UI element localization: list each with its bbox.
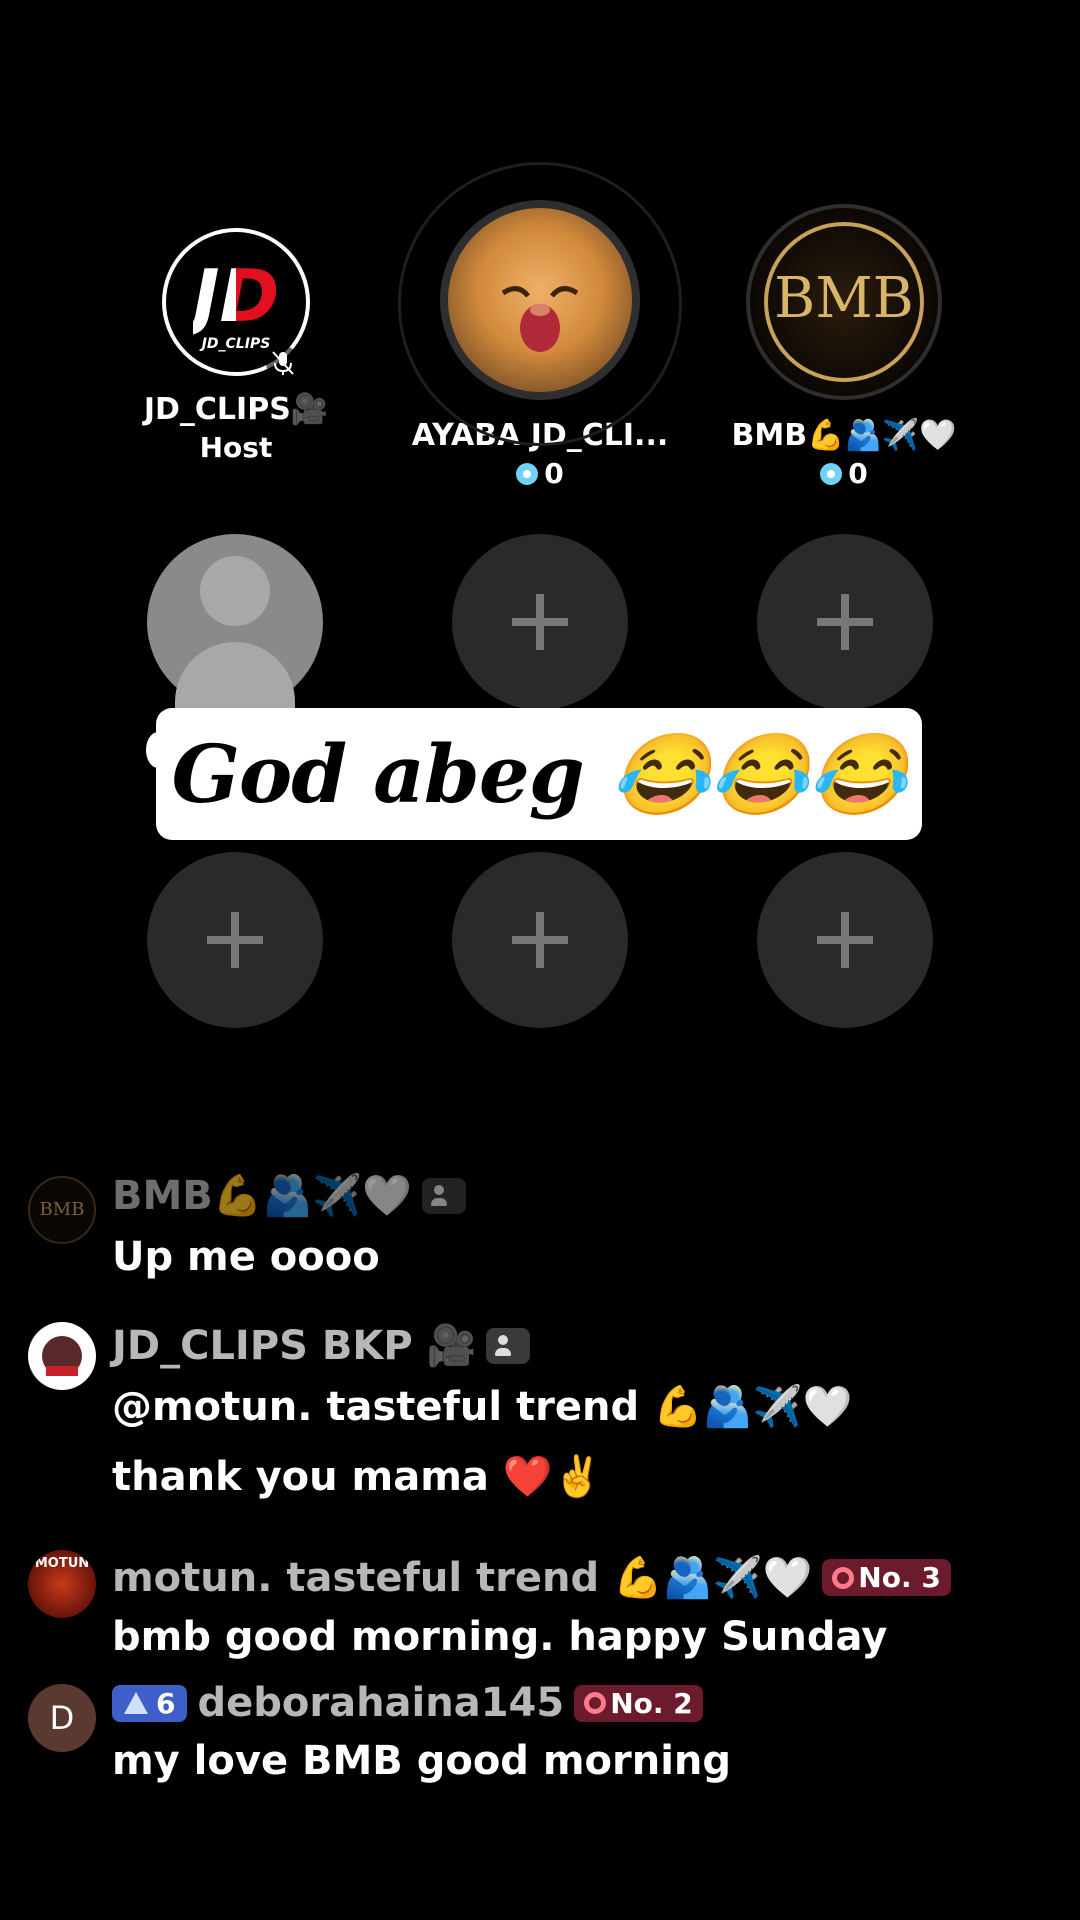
level-badge: 6 [112,1684,188,1722]
plus-icon [817,594,873,650]
chat-username[interactable]: JD_CLIPS BKP 🎥 [112,1322,531,1369]
empty-seat[interactable] [147,852,323,1028]
host-label: Host [199,431,273,464]
coin-count: 0 [694,457,994,490]
default-user-icon [200,556,270,626]
seat-host[interactable]: JD JD_CLIPS JD_CLIPS🎥 Host [86,228,386,464]
plus-icon [207,912,263,968]
plus-icon [512,594,568,650]
chat-text: my love BMB good morning [112,1738,732,1784]
bmb-logo-text: BMB [774,266,914,331]
muted-mic-icon [266,346,300,380]
chat-text: bmb good morning. happy Sunday [112,1614,888,1660]
chat-text: @motun. tasteful trend 💪🫂✈️🤍 thank you m… [112,1384,853,1500]
cat-avatar[interactable] [440,200,640,400]
clock-icon [584,1692,607,1714]
chat-username[interactable]: motun. tasteful trend 💪🫂✈️🤍 No. 3 [112,1554,951,1601]
seat-name: JD_CLIPS🎥 [143,392,329,427]
empty-seat[interactable] [452,852,628,1028]
empty-seat[interactable] [757,534,933,710]
user-role-icon [422,1177,466,1214]
plus-icon [817,912,873,968]
seat-name: BMB💪🫂✈️🤍 [731,418,957,453]
avatar[interactable]: MOTUN [28,1550,96,1618]
coin-count: 0 [390,457,690,490]
user-role-icon [486,1327,531,1364]
rank-badge: No. 2 [574,1684,703,1722]
plus-icon [512,912,568,968]
seat-3[interactable]: BMB BMB💪🫂✈️🤍 0 [694,204,994,490]
avatar[interactable]: BMB [28,1176,96,1244]
rank-badge: No. 3 [822,1559,951,1596]
host-avatar-logo: JD [192,254,280,338]
bmb-avatar[interactable]: BMB [746,204,942,400]
empty-seat[interactable] [452,534,628,710]
empty-seat[interactable] [757,852,933,1028]
chat-username[interactable]: BMB💪🫂✈️🤍 [112,1172,466,1219]
diamond-icon [820,462,843,485]
chat-username[interactable]: 6 deborahaina145 No. 2 [112,1680,703,1726]
chat-text: Up me oooo [112,1234,380,1280]
diamond-icon [516,462,539,485]
level-icon [124,1692,148,1714]
seat-2[interactable]: AYABA JD_CLI... 0 [390,162,690,490]
avatar[interactable] [28,1322,96,1390]
avatar[interactable]: D [28,1684,96,1752]
video-caption: God abeg 😂😂😂 [146,708,922,840]
clock-icon [832,1566,855,1589]
empty-seat-user[interactable] [147,534,323,710]
